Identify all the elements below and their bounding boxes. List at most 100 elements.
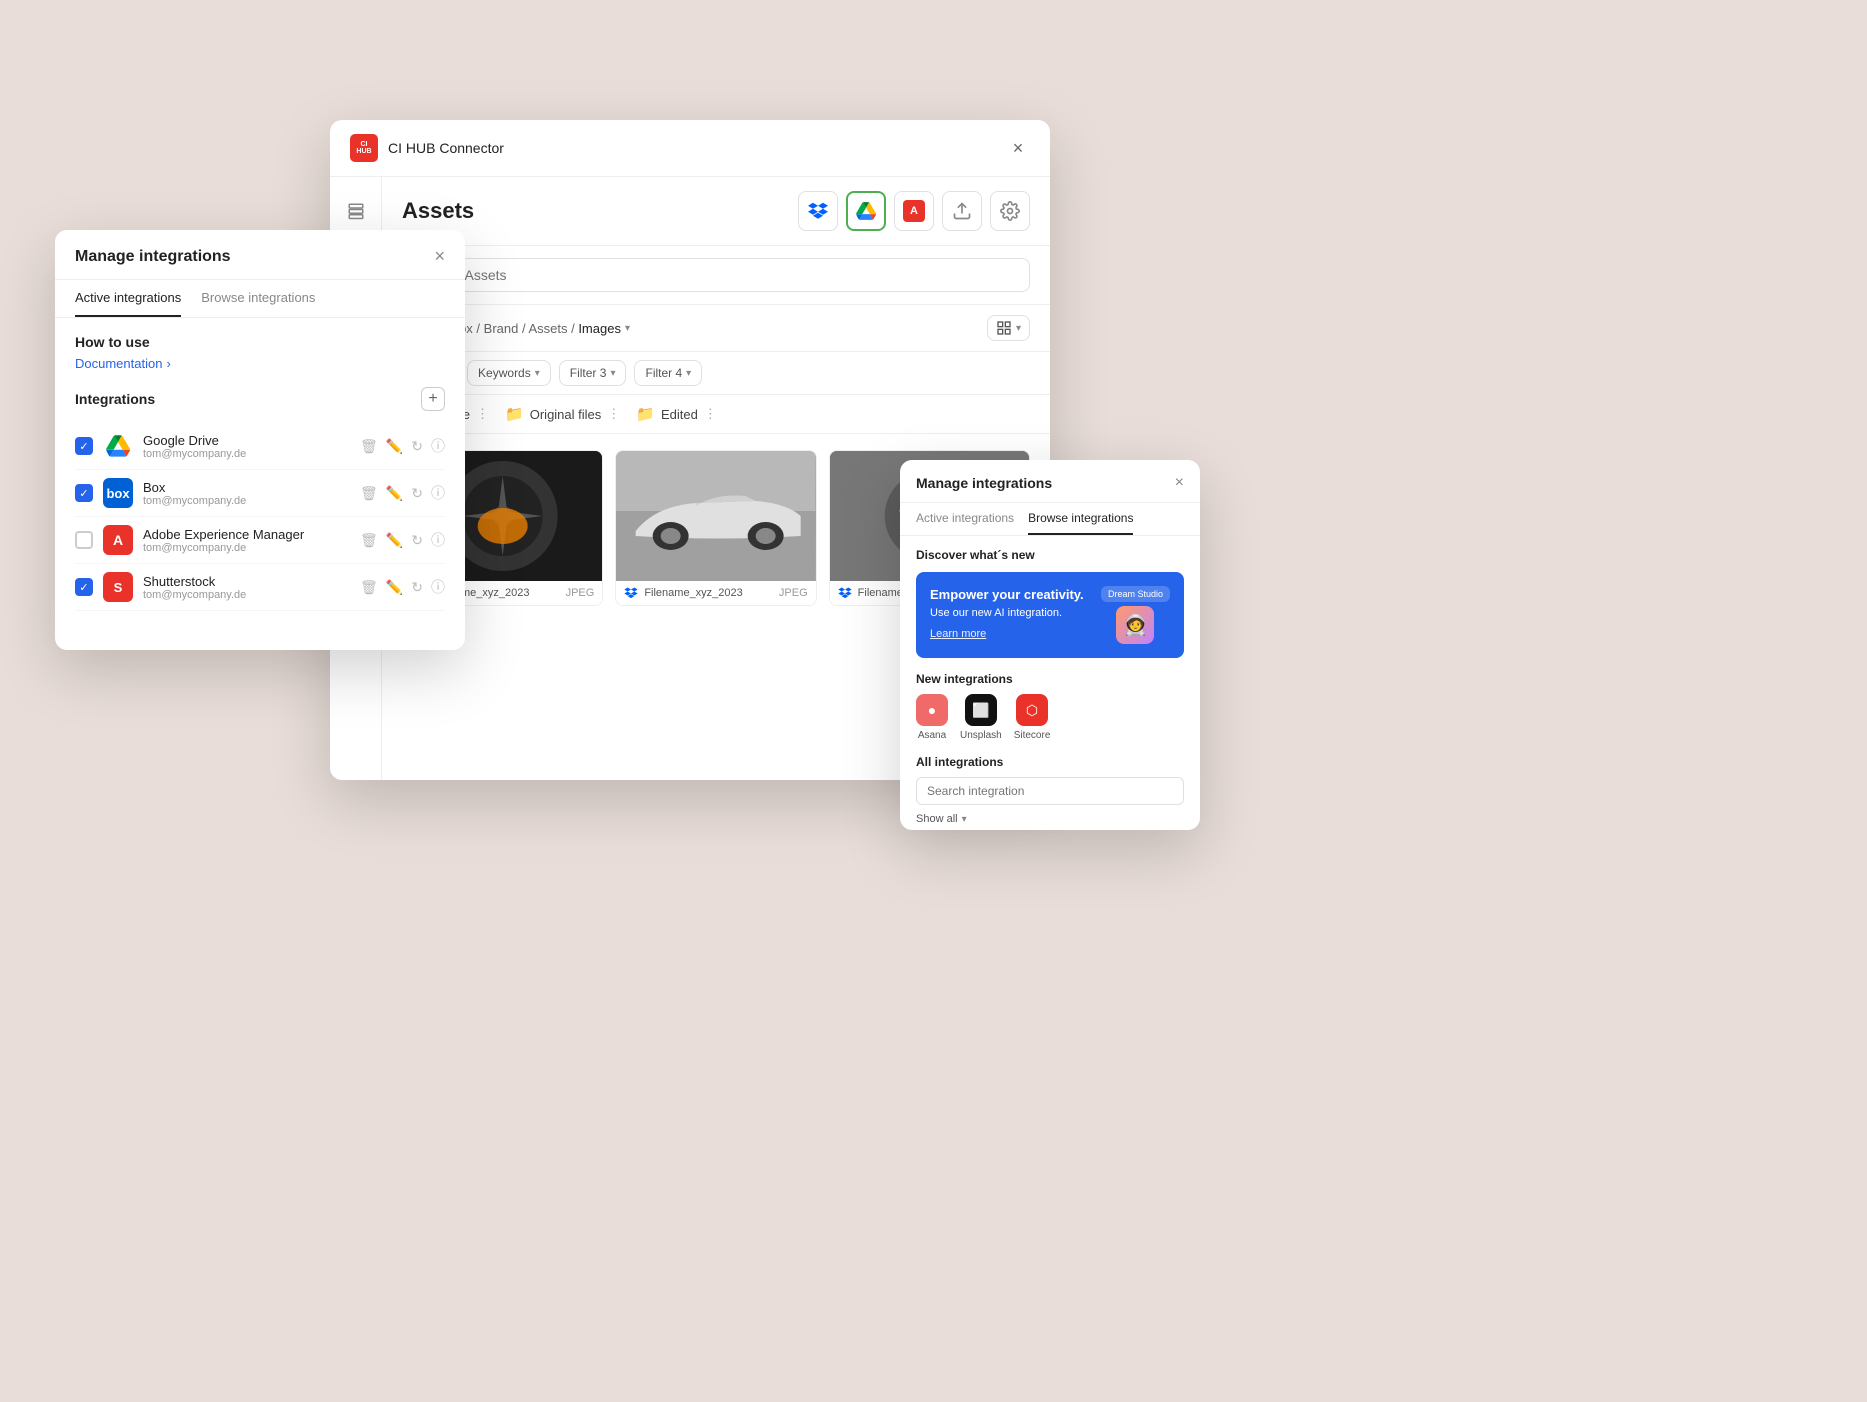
breadcrumb-active[interactable]: Images ▾ (578, 321, 630, 336)
gdrive-info-icon[interactable]: ⓘ (431, 436, 445, 456)
browse-tab-browse[interactable]: Browse integrations (1028, 503, 1133, 535)
folder-original[interactable]: 📁 Original files ⋮ (505, 405, 620, 423)
adobe-checkbox[interactable] (75, 531, 93, 549)
box-delete-icon[interactable]: 🗑 (360, 485, 378, 502)
adobe-edit-icon[interactable]: ✏️ (386, 532, 403, 549)
shutterstock-info-icon[interactable]: ⓘ (431, 577, 445, 597)
integration-row-box: box Box tom@mycompany.de 🗑 ✏️ ↻ ⓘ (75, 470, 445, 517)
search-input[interactable] (402, 258, 1030, 292)
gdrive-refresh-icon[interactable]: ↻ (411, 438, 423, 455)
shutterstock-name: Shutterstock (143, 574, 350, 589)
image-card-1[interactable]: Filename_xyz_2023 JPEG (615, 450, 816, 606)
upload-service-btn[interactable] (942, 191, 982, 231)
box-name: Box (143, 480, 350, 495)
adobe-delete-icon[interactable]: 🗑 (360, 532, 378, 549)
dropbox-small-icon-2 (838, 587, 852, 599)
tab-active-integrations[interactable]: Active integrations (75, 280, 181, 317)
gdrive-service-btn[interactable] (846, 191, 886, 231)
shutterstock-info: Shutterstock tom@mycompany.de (143, 574, 350, 601)
view-toggle-btn[interactable]: ▾ (987, 315, 1030, 341)
filter-bar: Type ▾ Keywords ▾ Filter 3 ▾ Filter 4 ▾ (382, 352, 1050, 395)
settings-service-btn[interactable] (990, 191, 1030, 231)
folder-original-dots[interactable]: ⋮ (607, 406, 620, 422)
shutterstock-checkbox[interactable] (75, 578, 93, 596)
gdrive-delete-icon[interactable]: 🗑 (360, 438, 378, 455)
filter3-btn[interactable]: Filter 3 ▾ (559, 360, 627, 386)
folder-edited[interactable]: 📁 Edited ⋮ (636, 405, 717, 423)
box-info: Box tom@mycompany.de (143, 480, 350, 507)
filter-keywords-chevron: ▾ (535, 368, 540, 379)
browse-tabs: Active integrations Browse integrations (900, 503, 1200, 536)
box-refresh-icon[interactable]: ↻ (411, 485, 423, 502)
box-checkbox[interactable] (75, 484, 93, 502)
show-all-btn[interactable]: Show all ▾ (916, 813, 1184, 825)
how-to-label: How to use (75, 334, 445, 350)
manage-titlebar: Manage integrations × (55, 230, 465, 280)
gdrive-edit-icon[interactable]: ✏️ (386, 438, 403, 455)
adobe-service-btn[interactable]: A (894, 191, 934, 231)
adobe-info-icon[interactable]: ⓘ (431, 530, 445, 550)
browse-integrations-window: Manage integrations × Active integration… (900, 460, 1200, 830)
browse-title: Manage integrations (916, 475, 1175, 491)
image-info-1: Filename_xyz_2023 JPEG (616, 581, 815, 605)
new-int-unsplash[interactable]: ⬜ Unsplash (960, 694, 1002, 741)
new-integrations-label: New integrations (916, 672, 1184, 686)
box-edit-icon[interactable]: ✏️ (386, 485, 403, 502)
adobe-email: tom@mycompany.de (143, 542, 350, 554)
sidebar-layers-icon[interactable] (338, 193, 374, 229)
image-filename-1: Filename_xyz_2023 (644, 587, 773, 599)
search-bar (382, 246, 1050, 305)
filter3-chevron: ▾ (610, 368, 615, 379)
assets-header: Assets (382, 177, 1050, 246)
filter4-btn[interactable]: Filter 4 ▾ (634, 360, 702, 386)
unsplash-logo: ⬜ (965, 694, 997, 726)
cihub-window-title: CI HUB Connector (388, 140, 996, 156)
promo-subheadline: Use our new AI integration. (930, 606, 1093, 621)
browse-close-btn[interactable]: × (1175, 474, 1184, 492)
promo-badge: Dream Studio (1101, 586, 1170, 602)
view-toggle-chevron: ▾ (1016, 323, 1021, 334)
gdrive-checkbox[interactable] (75, 437, 93, 455)
new-int-sitecore[interactable]: ⬡ Sitecore (1014, 694, 1051, 741)
filter-keywords-btn[interactable]: Keywords ▾ (467, 360, 551, 386)
manage-integrations-window: Manage integrations × Active integration… (55, 230, 465, 650)
grid-icon (996, 320, 1012, 336)
box-actions: 🗑 ✏️ ↻ ⓘ (360, 483, 445, 503)
cihub-close-button[interactable]: × (1006, 136, 1030, 160)
gdrive-email: tom@mycompany.de (143, 448, 350, 460)
adobe-info: Adobe Experience Manager tom@mycompany.d… (143, 527, 350, 554)
box-logo: box (103, 478, 133, 508)
shutterstock-email: tom@mycompany.de (143, 589, 350, 601)
search-integration-input[interactable] (916, 777, 1184, 805)
folder-edited-dots[interactable]: ⋮ (704, 406, 717, 422)
all-integrations-label: All integrations (916, 755, 1184, 769)
shutterstock-edit-icon[interactable]: ✏️ (386, 579, 403, 596)
discover-label: Discover what´s new (916, 548, 1184, 562)
manage-close-btn[interactable]: × (434, 246, 445, 267)
shutterstock-refresh-icon[interactable]: ↻ (411, 579, 423, 596)
add-integration-btn[interactable]: + (421, 387, 445, 411)
adobe-refresh-icon[interactable]: ↻ (411, 532, 423, 549)
promo-learn-more-link[interactable]: Learn more (930, 628, 986, 640)
folder-archive-dots[interactable]: ⋮ (476, 406, 489, 422)
new-int-asana[interactable]: ● Asana (916, 694, 948, 741)
box-info-icon[interactable]: ⓘ (431, 483, 445, 503)
dropbox-service-btn[interactable] (798, 191, 838, 231)
shutterstock-logo: S (103, 572, 133, 602)
browse-tab-active[interactable]: Active integrations (916, 503, 1014, 535)
tab-browse-integrations[interactable]: Browse integrations (201, 280, 315, 317)
image-format-1: JPEG (779, 587, 808, 599)
filter4-chevron: ▾ (686, 368, 691, 379)
browse-body: Discover what´s new Empower your creativ… (900, 536, 1200, 826)
box-email: tom@mycompany.de (143, 495, 350, 507)
shutterstock-delete-icon[interactable]: 🗑 (360, 579, 378, 596)
gdrive-name: Google Drive (143, 433, 350, 448)
image-format-0: JPEG (566, 587, 595, 599)
documentation-link[interactable]: Documentation › (75, 356, 445, 371)
promo-banner: Empower your creativity. Use our new AI … (916, 572, 1184, 658)
integration-row-gdrive: Google Drive tom@mycompany.de 🗑 ✏️ ↻ ⓘ (75, 423, 445, 470)
gdrive-logo (103, 431, 133, 461)
folders-row: 📁 Archive ⋮ 📁 Original files ⋮ 📁 Edited … (382, 395, 1050, 434)
service-icons-row: A (798, 191, 1030, 231)
integration-row-adobe: A Adobe Experience Manager tom@mycompany… (75, 517, 445, 564)
